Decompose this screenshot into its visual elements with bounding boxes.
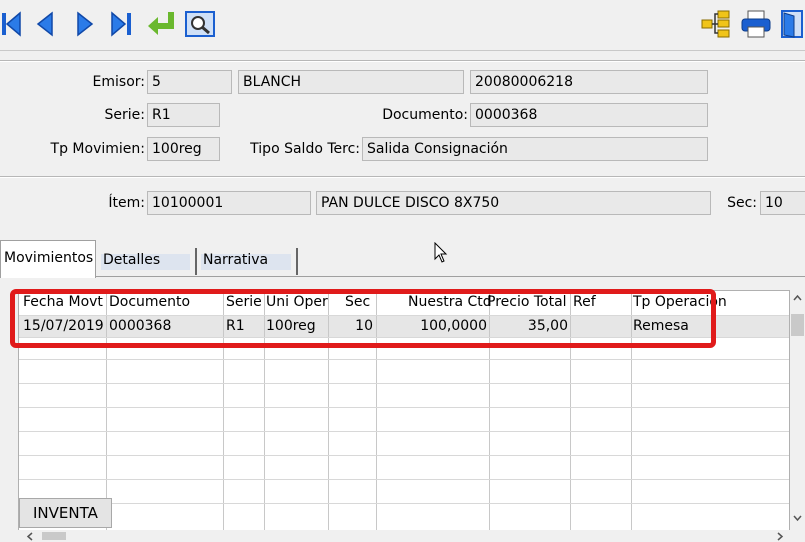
scroll-up-icon[interactable] — [793, 294, 802, 302]
sec-field[interactable]: 10 — [760, 191, 805, 215]
horizontal-scrollbar[interactable] — [18, 530, 790, 541]
toolbar — [0, 0, 805, 51]
previous-record-icon[interactable] — [28, 8, 60, 40]
first-record-icon[interactable] — [0, 8, 26, 40]
emisor-code-field[interactable]: 5 — [147, 70, 232, 94]
serie-field[interactable]: R1 — [147, 103, 220, 127]
tp-movimiento-label: Tp Movimien: — [50, 141, 145, 157]
last-record-icon[interactable] — [106, 8, 138, 40]
horizontal-scrollbar-thumb[interactable] — [42, 532, 66, 540]
tab-narrativa[interactable]: Narrativa — [197, 248, 298, 275]
separator — [0, 176, 805, 178]
serie-label: Serie: — [104, 107, 145, 123]
inventa-button[interactable]: INVENTA — [19, 498, 112, 528]
scroll-down-icon[interactable] — [793, 514, 802, 522]
item-code-field[interactable]: 10100001 — [147, 191, 311, 215]
item-description-field[interactable]: PAN DULCE DISCO 8X750 — [316, 191, 711, 215]
tipo-saldo-field[interactable]: Salida Consignación — [362, 137, 708, 161]
print-icon[interactable] — [740, 8, 772, 40]
separator — [0, 60, 805, 62]
emisor-name-field[interactable]: BLANCH — [238, 70, 464, 94]
annotation-highlight-box — [10, 289, 716, 348]
sec-label: Sec: — [727, 195, 757, 211]
tab-movimientos-label: Movimientos — [4, 250, 94, 266]
emisor-label: Emisor: — [92, 74, 145, 90]
tab-narrativa-label: Narrativa — [203, 252, 269, 268]
tab-detalles-label: Detalles — [103, 252, 161, 268]
scrollbar-thumb[interactable] — [791, 314, 804, 336]
return-icon[interactable] — [145, 8, 177, 40]
tab-detalles[interactable]: Detalles — [97, 248, 197, 275]
exit-door-icon[interactable] — [776, 8, 805, 40]
tipo-saldo-label: Tipo Saldo Terc: — [250, 141, 360, 157]
tab-movimientos[interactable]: Movimientos — [0, 240, 96, 278]
item-label: Ítem: — [108, 195, 145, 211]
tree-structure-icon[interactable] — [700, 8, 732, 40]
tab-bar: Movimientos Detalles Narrativa — [0, 240, 805, 278]
emisor-id-field[interactable]: 20080006218 — [470, 70, 708, 94]
preview-icon[interactable] — [184, 8, 216, 40]
tp-movimiento-field[interactable]: 100reg — [147, 137, 220, 161]
scroll-right-icon[interactable] — [776, 532, 784, 541]
documento-label: Documento: — [382, 107, 468, 123]
vertical-scrollbar[interactable] — [790, 290, 805, 540]
scroll-left-icon[interactable] — [26, 532, 34, 541]
documento-field[interactable]: 0000368 — [470, 103, 708, 127]
next-record-icon[interactable] — [68, 8, 100, 40]
